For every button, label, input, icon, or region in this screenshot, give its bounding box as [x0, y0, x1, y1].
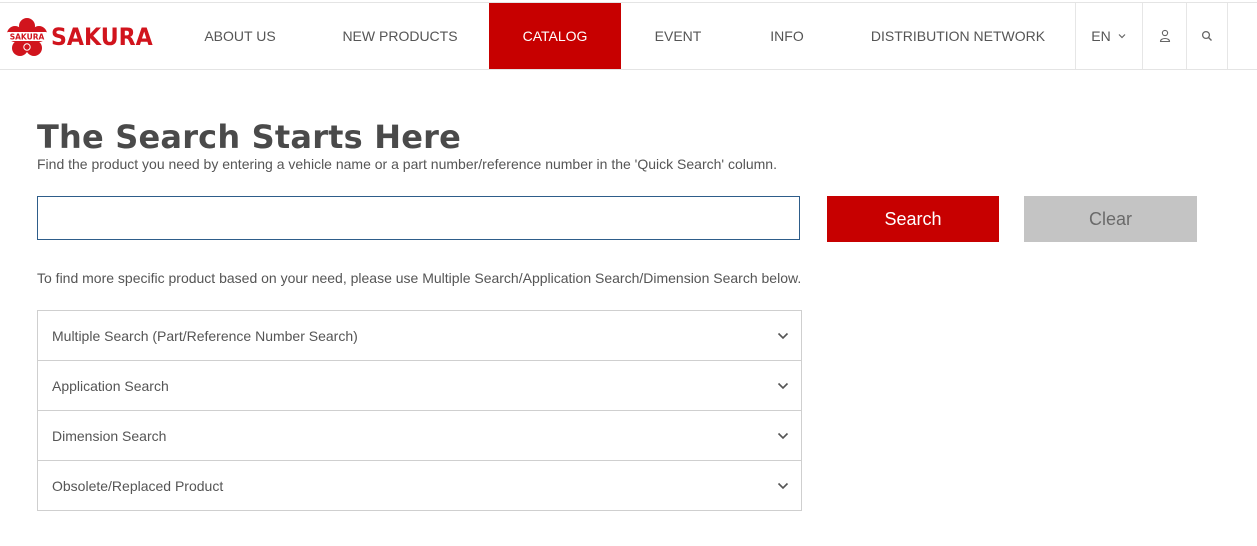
accordion-multiple-search[interactable]: Multiple Search (Part/Reference Number S… — [38, 311, 801, 360]
chevron-down-icon — [1118, 34, 1126, 39]
top-navigation-bar: SAKURA SAKURA ABOUT US NEW PRODUCTS CATA… — [0, 2, 1257, 70]
accordion-obsolete-replaced-product[interactable]: Obsolete/Replaced Product — [38, 460, 801, 510]
search-button[interactable]: Search — [827, 196, 999, 242]
language-selector[interactable]: EN — [1075, 3, 1142, 69]
chevron-down-icon — [777, 432, 789, 440]
accordion-label: Application Search — [52, 377, 169, 394]
quick-search-input[interactable] — [37, 196, 800, 240]
clear-button[interactable]: Clear — [1024, 196, 1197, 242]
nav-item-event[interactable]: EVENT — [640, 3, 716, 69]
accordion-label: Dimension Search — [52, 427, 167, 444]
user-icon — [1159, 29, 1170, 43]
nav-item-about-us[interactable]: ABOUT US — [190, 3, 290, 69]
accordion-dimension-search[interactable]: Dimension Search — [38, 410, 801, 460]
sakura-flower-icon: SAKURA — [7, 18, 47, 56]
accordion-label: Multiple Search (Part/Reference Number S… — [52, 327, 358, 344]
page-title: The Search Starts Here — [37, 118, 462, 156]
accordion-application-search[interactable]: Application Search — [38, 360, 801, 410]
page-subtitle: Find the product you need by entering a … — [37, 156, 777, 172]
nav-item-catalog[interactable]: CATALOG — [489, 3, 621, 69]
header-search-button[interactable] — [1186, 3, 1228, 69]
nav-item-new-products[interactable]: NEW PRODUCTS — [330, 3, 470, 69]
brand-wordmark: SAKURA — [51, 23, 153, 51]
search-icon — [1201, 30, 1212, 41]
advanced-search-hint: To find more specific product based on y… — [37, 270, 802, 286]
chevron-down-icon — [777, 482, 789, 490]
chevron-down-icon — [777, 382, 789, 390]
svg-text:SAKURA: SAKURA — [10, 33, 45, 42]
nav-item-info[interactable]: INFO — [756, 3, 818, 69]
nav-item-distribution-network[interactable]: DISTRIBUTION NETWORK — [860, 3, 1056, 69]
accordion-label: Obsolete/Replaced Product — [52, 477, 224, 494]
language-label: EN — [1091, 28, 1111, 44]
brand-logo[interactable]: SAKURA SAKURA — [5, 17, 162, 57]
search-options-accordion: Multiple Search (Part/Reference Number S… — [37, 310, 802, 511]
chevron-down-icon — [777, 332, 789, 340]
user-account-button[interactable] — [1142, 3, 1186, 69]
